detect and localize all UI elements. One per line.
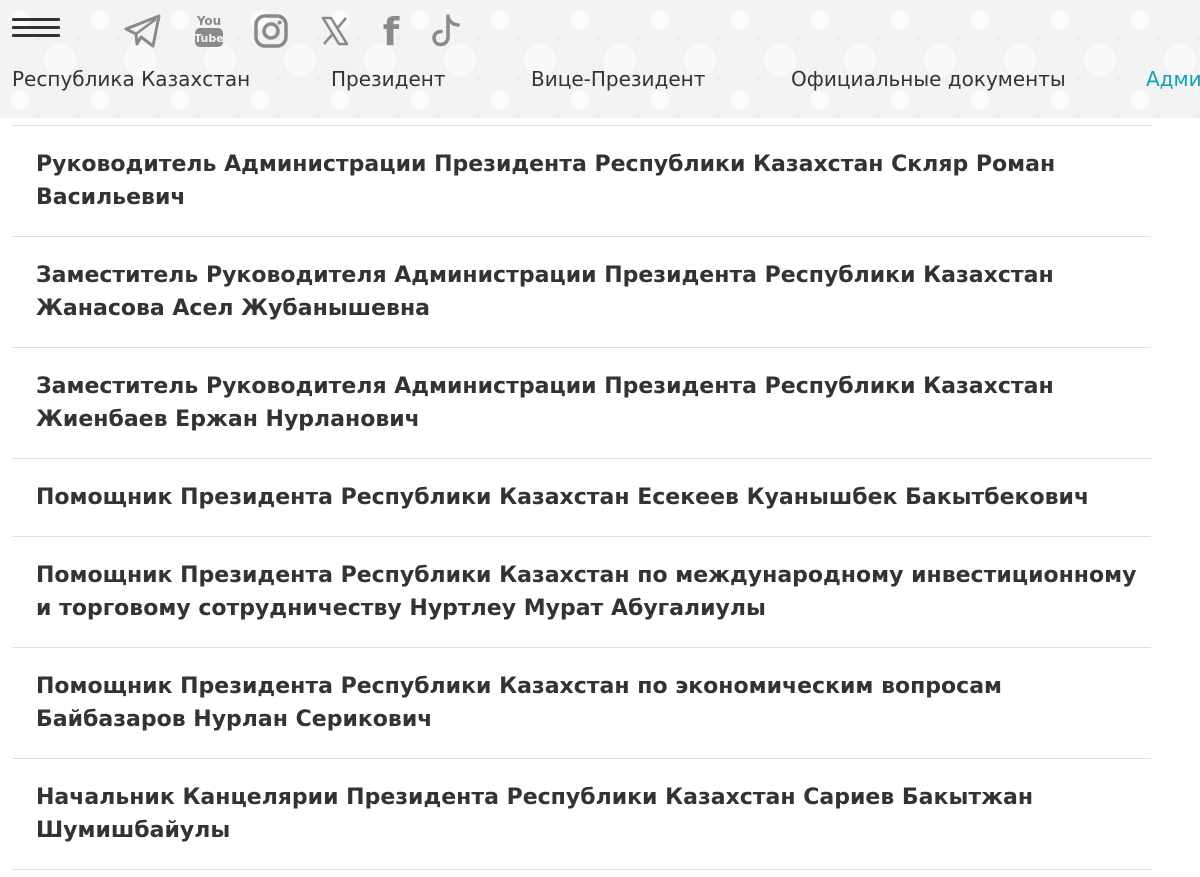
svg-text:Tube: Tube	[194, 32, 223, 45]
official-item[interactable]: Руководитель Администрации Президента Ре…	[12, 126, 1151, 237]
official-item[interactable]: Помощник Президента Республики Казахстан…	[12, 459, 1151, 537]
official-item[interactable]: Заместитель Руководителя Администрации П…	[12, 237, 1151, 348]
youtube-icon[interactable]: You Tube	[188, 10, 230, 52]
facebook-icon[interactable]: f	[370, 10, 412, 52]
nav-item-president[interactable]: Президент	[331, 62, 446, 96]
officials-list: Руководитель Администрации Президента Ре…	[12, 125, 1151, 870]
official-item[interactable]: Помощник Президента Республики Казахстан…	[12, 537, 1151, 648]
official-item[interactable]: Помощник Президента Республики Казахстан…	[12, 648, 1151, 759]
official-item[interactable]: Начальник Канцелярии Президента Республи…	[12, 759, 1151, 870]
telegram-icon[interactable]	[122, 10, 164, 52]
x-icon[interactable]	[314, 10, 356, 52]
menu-icon[interactable]	[12, 18, 60, 40]
nav-item-kazakhstan[interactable]: Республика Казахстан	[12, 62, 250, 96]
instagram-icon[interactable]	[250, 10, 292, 52]
tiktok-icon[interactable]	[426, 10, 468, 52]
svg-text:f: f	[383, 12, 400, 50]
site-header: You Tube f Республика Казахстан Президен…	[0, 0, 1200, 118]
nav-item-vice-president[interactable]: Вице-Президент	[531, 62, 705, 96]
nav-item-official-documents[interactable]: Официальные документы	[791, 62, 1066, 96]
main-nav: Республика Казахстан Президент Вице-През…	[0, 62, 1200, 96]
svg-text:You: You	[196, 14, 221, 28]
nav-item-administration[interactable]: Адми	[1146, 62, 1200, 96]
official-item[interactable]: Заместитель Руководителя Администрации П…	[12, 348, 1151, 459]
